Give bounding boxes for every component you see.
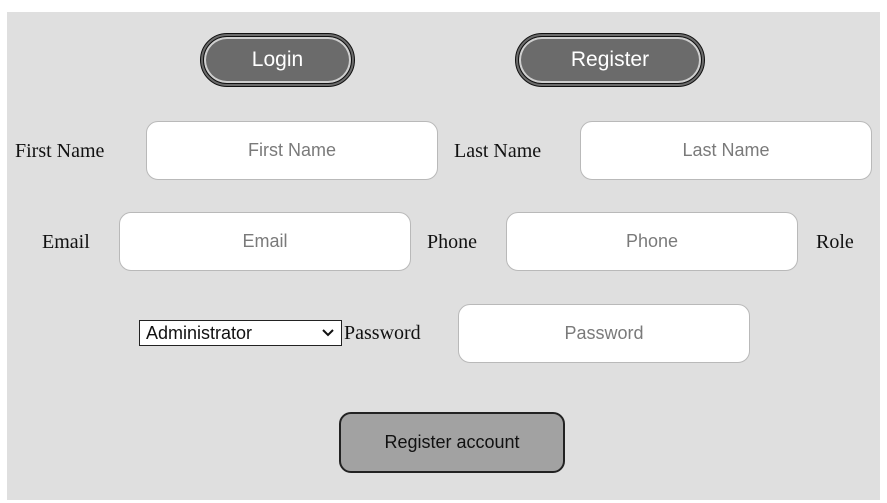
login-tab-button[interactable]: Login bbox=[200, 33, 355, 87]
password-input[interactable] bbox=[458, 304, 750, 363]
register-tab-button[interactable]: Register bbox=[515, 33, 705, 87]
email-label: Email bbox=[42, 231, 90, 253]
first-name-label: First Name bbox=[15, 140, 105, 162]
email-input[interactable] bbox=[119, 212, 411, 271]
last-name-input[interactable] bbox=[580, 121, 872, 180]
password-label: Password bbox=[344, 322, 421, 344]
first-name-input[interactable] bbox=[146, 121, 438, 180]
phone-input[interactable] bbox=[506, 212, 798, 271]
role-select-value: Administrator bbox=[146, 322, 253, 343]
chevron-down-icon bbox=[321, 326, 335, 340]
last-name-label: Last Name bbox=[454, 140, 542, 162]
phone-label: Phone bbox=[427, 231, 477, 253]
register-account-button[interactable]: Register account bbox=[339, 412, 565, 473]
role-label: Role bbox=[816, 231, 854, 253]
role-select[interactable]: Administrator bbox=[139, 320, 342, 346]
